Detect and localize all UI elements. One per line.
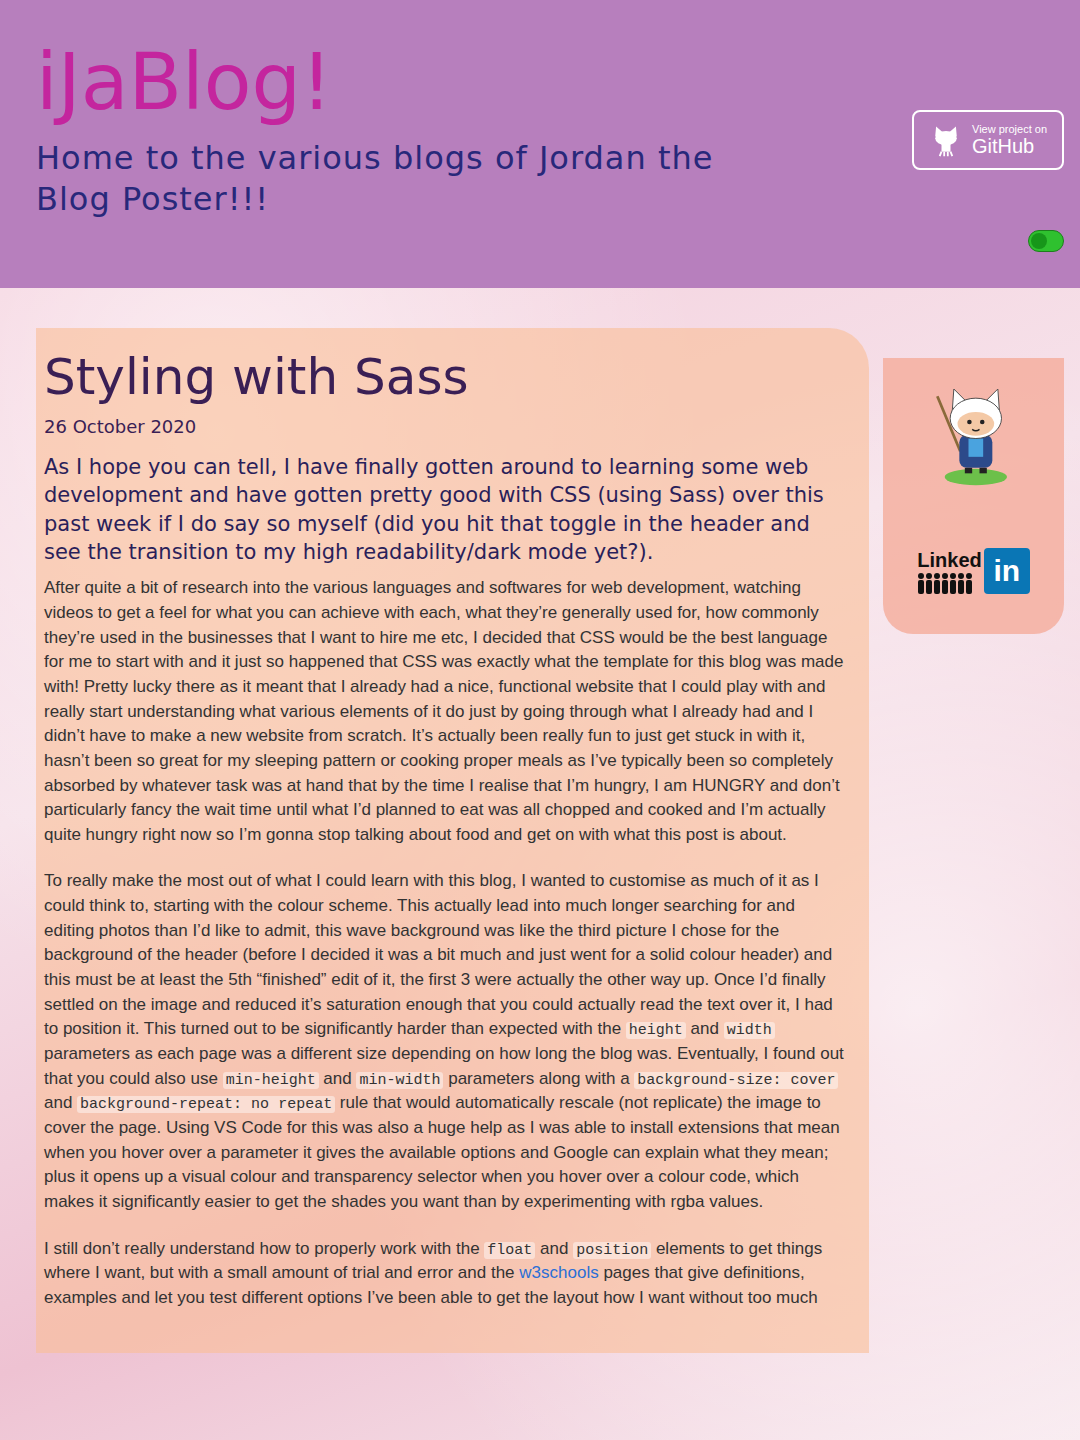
linkedin-badge: in bbox=[984, 548, 1030, 594]
header-actions: View project on GitHub bbox=[912, 40, 1064, 252]
site-tagline: Home to the various blogs of Jordan the … bbox=[36, 138, 736, 221]
site-header: iJaBlog! Home to the various blogs of Jo… bbox=[0, 0, 1080, 288]
site-title[interactable]: iJaBlog! bbox=[36, 40, 736, 126]
content: Styling with Sass 26 October 2020 As I h… bbox=[0, 288, 1080, 1353]
inline-code: width bbox=[724, 1022, 775, 1039]
octocat-icon[interactable] bbox=[919, 378, 1029, 488]
toggle-knob bbox=[1031, 233, 1047, 249]
post-paragraph: To really make the most out of what I co… bbox=[44, 869, 847, 1214]
blog-page: iJaBlog! Home to the various blogs of Jo… bbox=[0, 0, 1080, 1440]
octocat-icon bbox=[928, 122, 964, 158]
brand: iJaBlog! Home to the various blogs of Jo… bbox=[36, 40, 736, 221]
inline-code: background-size: cover bbox=[634, 1072, 838, 1089]
github-button[interactable]: View project on GitHub bbox=[912, 110, 1064, 170]
github-caption: View project on bbox=[972, 123, 1047, 135]
github-label: GitHub bbox=[972, 135, 1047, 158]
inline-code: min-width bbox=[356, 1072, 443, 1089]
theme-toggle[interactable] bbox=[1028, 230, 1064, 252]
post-date: 26 October 2020 bbox=[44, 416, 847, 437]
linkedin-wordmark: Linked bbox=[917, 549, 981, 594]
inline-code: height bbox=[626, 1022, 686, 1039]
inline-code: position bbox=[573, 1242, 651, 1259]
post-card: Styling with Sass 26 October 2020 As I h… bbox=[36, 328, 869, 1353]
post-intro: As I hope you can tell, I have finally g… bbox=[44, 453, 847, 566]
linkedin-word: Linked bbox=[917, 549, 981, 572]
inline-code: min-height bbox=[223, 1072, 319, 1089]
inline-code: float bbox=[484, 1242, 535, 1259]
linkedin-logo[interactable]: Linked in bbox=[917, 548, 1029, 594]
sidebar: Linked in bbox=[883, 358, 1064, 634]
people-icon bbox=[917, 572, 977, 594]
inline-code: background-repeat: no repeat bbox=[77, 1096, 335, 1113]
post-title: Styling with Sass bbox=[44, 348, 847, 406]
github-button-text: View project on GitHub bbox=[972, 123, 1047, 158]
post-paragraph: After quite a bit of research into the v… bbox=[44, 576, 847, 847]
post-paragraph: I still don’t really understand how to p… bbox=[44, 1237, 847, 1311]
text-link[interactable]: w3schools bbox=[519, 1263, 598, 1282]
